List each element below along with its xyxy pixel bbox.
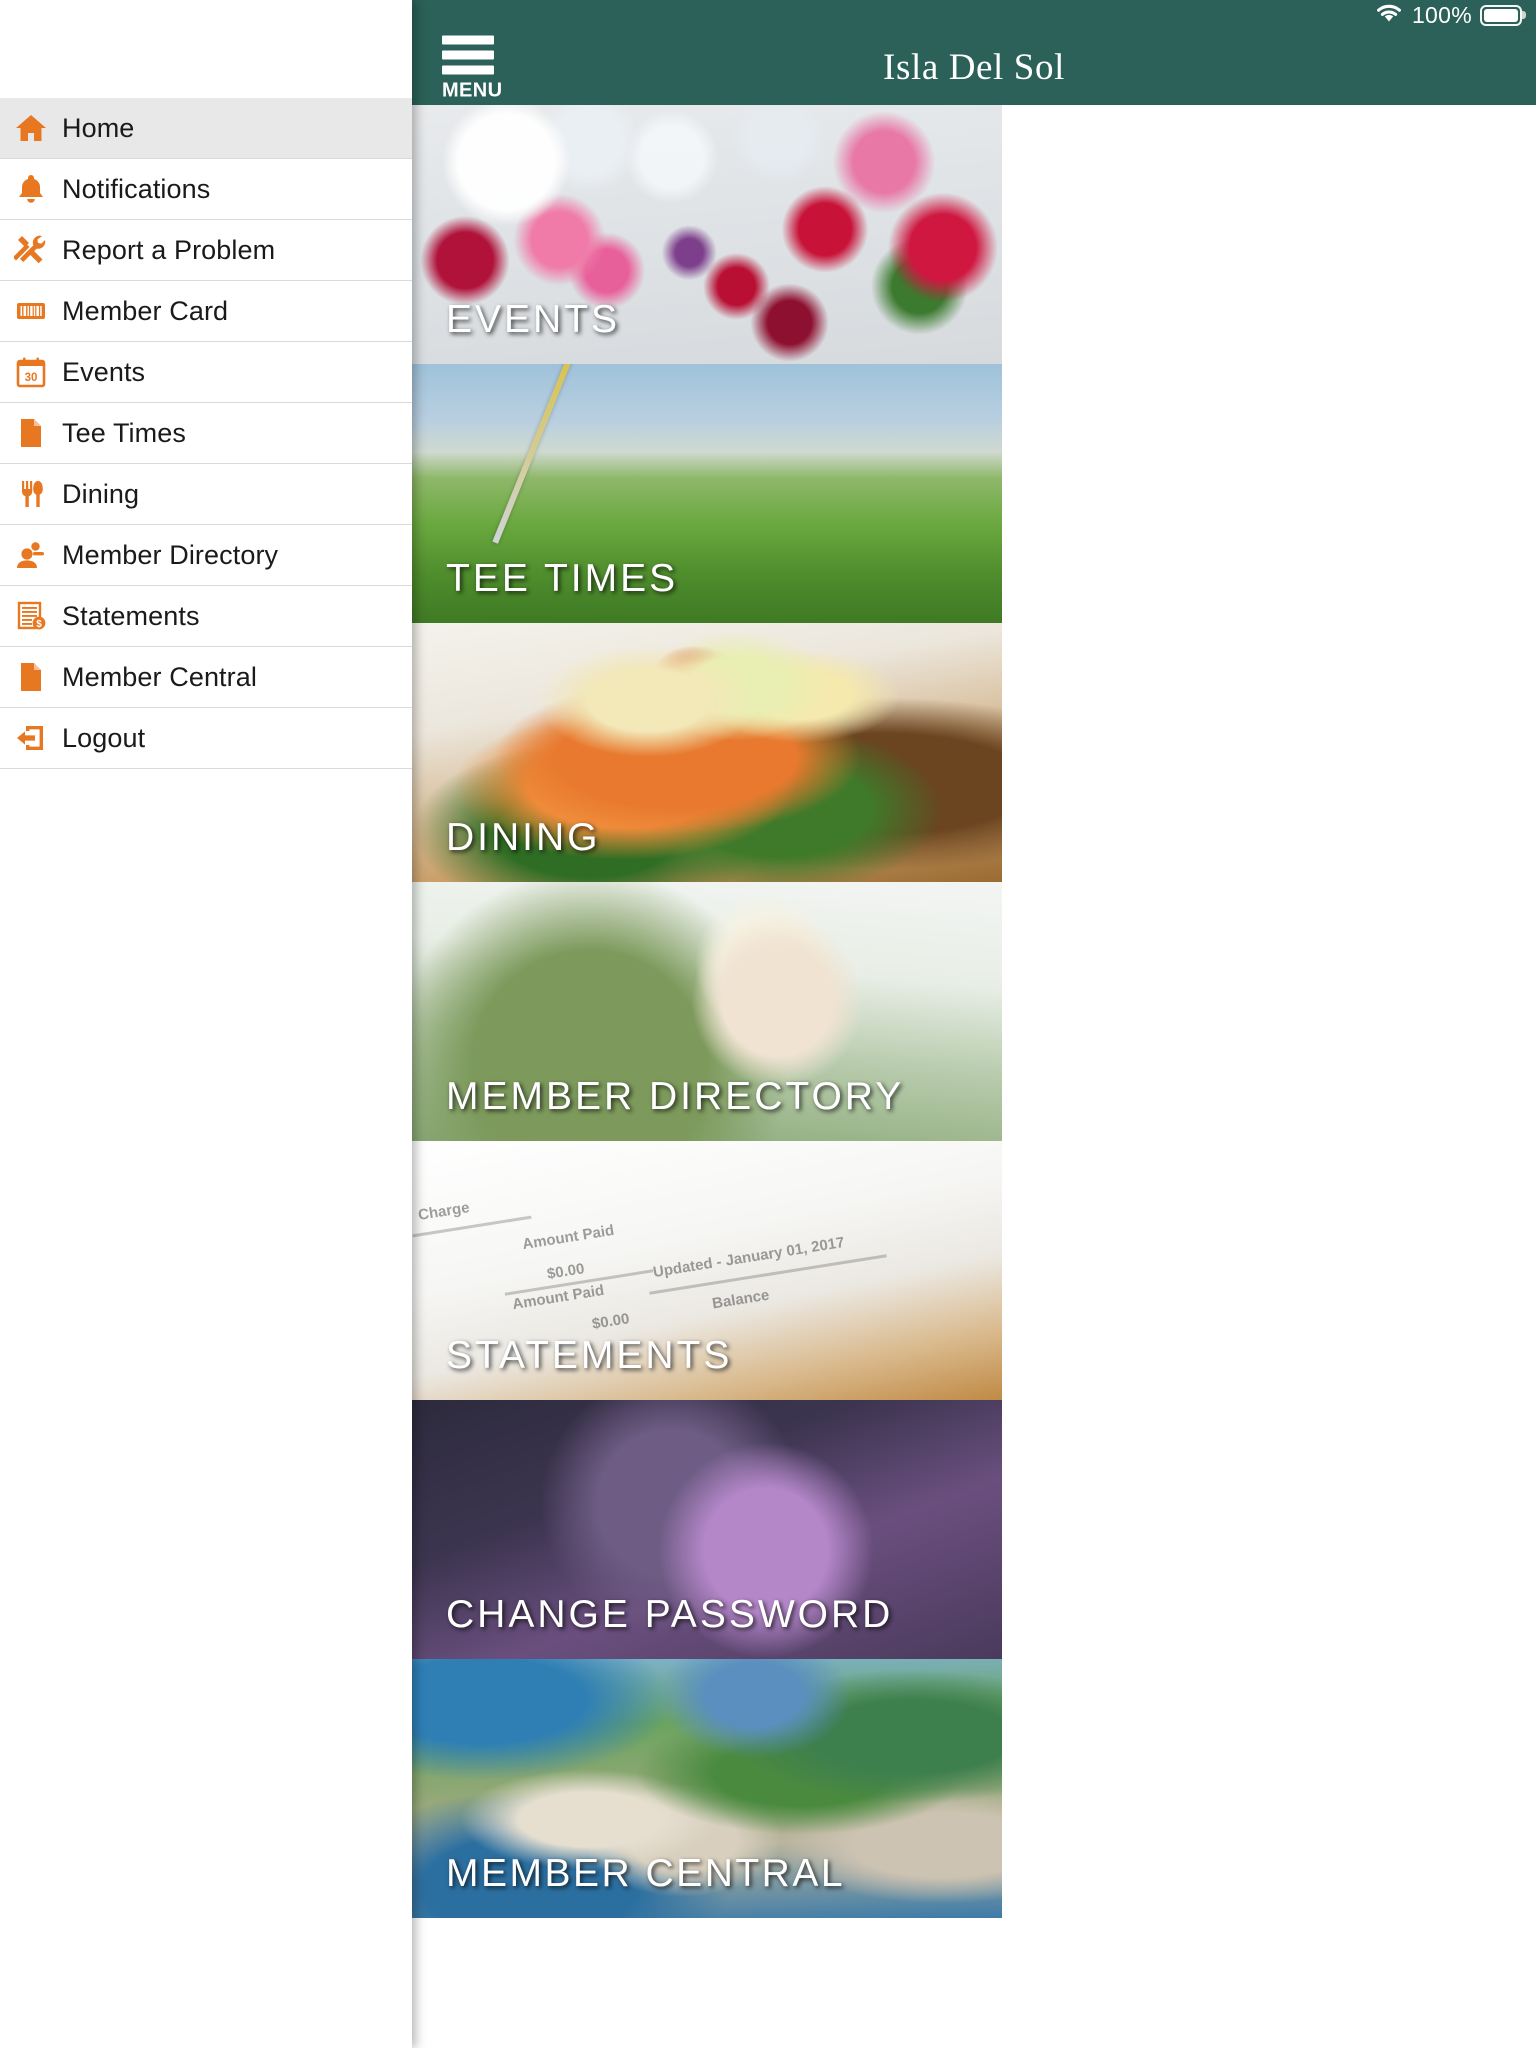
sidebar-item-label: Notifications xyxy=(62,173,211,204)
sidebar-item-label: Member Directory xyxy=(62,539,279,570)
sidebar-item-label: Events xyxy=(62,356,146,387)
navigation-drawer: Home Notifications Report a Problem Memb… xyxy=(0,0,412,2048)
tile-label: STATEMENTS xyxy=(446,1334,733,1377)
sidebar-item-member-central[interactable]: Member Central xyxy=(0,647,412,708)
page-title: Isla Del Sol xyxy=(883,47,1065,88)
tile-member-directory[interactable]: MEMBER DIRECTORY xyxy=(412,882,1002,1141)
tile-member-central[interactable]: MEMBER CENTRAL xyxy=(412,1659,1002,1918)
statement-word: $0.00 xyxy=(590,1310,631,1333)
sidebar-item-home[interactable]: Home xyxy=(0,98,412,159)
statement-word: Amount Paid xyxy=(521,1221,616,1254)
battery-full-icon xyxy=(1480,4,1522,26)
sidebar-item-member-directory[interactable]: Member Directory xyxy=(0,525,412,586)
sidebar-item-report-a-problem[interactable]: Report a Problem xyxy=(0,220,412,281)
statement-word: Updated - January 01, 2017 xyxy=(651,1233,846,1282)
tile-events[interactable]: EVENTS xyxy=(412,105,1002,364)
statement-word: $0.00 xyxy=(545,1260,586,1283)
hamburger-bar xyxy=(442,35,494,44)
calendar-30-icon: 30 xyxy=(0,355,62,389)
app-content: 100% MENU Isla Del Sol EVENTS TEE TIMES xyxy=(412,0,1536,2048)
sidebar-item-label: Report a Problem xyxy=(62,234,276,265)
app-root: 100% MENU Isla Del Sol EVENTS TEE TIMES xyxy=(0,0,1536,2048)
statement-dollar-icon: $ xyxy=(0,599,62,633)
sidebar-item-label: Logout xyxy=(62,722,146,753)
status-bar: 100% xyxy=(412,0,1536,30)
tile-change-password[interactable]: CHANGE PASSWORD xyxy=(412,1400,1002,1659)
bell-icon xyxy=(0,172,62,206)
tile-label: TEE TIMES xyxy=(446,557,679,600)
home-icon xyxy=(0,111,62,145)
drawer-menu: Home Notifications Report a Problem Memb… xyxy=(0,98,412,769)
sidebar-item-label: Member Central xyxy=(62,661,257,692)
hammer-wrench-icon xyxy=(0,233,62,267)
document-icon xyxy=(0,660,62,694)
sidebar-item-dining[interactable]: Dining xyxy=(0,464,412,525)
barcode-card-icon xyxy=(0,294,62,328)
tile-label: MEMBER DIRECTORY xyxy=(446,1075,905,1118)
tile-label: MEMBER CENTRAL xyxy=(446,1852,846,1895)
sidebar-item-label: Dining xyxy=(62,478,140,509)
statement-word: Charge xyxy=(416,1199,471,1224)
document-icon xyxy=(0,416,62,450)
tile-label: DINING xyxy=(446,816,601,859)
person-directory-icon xyxy=(0,538,62,572)
tile-grid: EVENTS TEE TIMES DINING MEMBER DIRECTORY… xyxy=(412,105,1536,1918)
sidebar-item-label: Home xyxy=(62,112,135,143)
navigation-bar: MENU Isla Del Sol xyxy=(412,30,1536,105)
tile-statements[interactable]: Charge Amount Paid $0.00 Amount Paid Upd… xyxy=(412,1141,1002,1400)
sidebar-item-notifications[interactable]: Notifications xyxy=(0,159,412,220)
tile-label: EVENTS xyxy=(446,298,621,341)
svg-text:30: 30 xyxy=(25,372,38,384)
sidebar-item-statements[interactable]: $ Statements xyxy=(0,586,412,647)
sidebar-item-logout[interactable]: Logout xyxy=(0,708,412,769)
sidebar-item-member-card[interactable]: Member Card xyxy=(0,281,412,342)
svg-text:$: $ xyxy=(36,619,42,630)
statement-word: Balance xyxy=(711,1286,771,1313)
fork-knife-icon xyxy=(0,477,62,511)
sidebar-item-label: Member Card xyxy=(62,295,229,326)
tile-tee-times[interactable]: TEE TIMES xyxy=(412,364,1002,623)
wifi-icon xyxy=(1374,2,1404,29)
logout-arrow-icon xyxy=(0,721,62,755)
sidebar-item-label: Tee Times xyxy=(62,417,186,448)
sidebar-item-events[interactable]: 30 Events xyxy=(0,342,412,403)
battery-percent-label: 100% xyxy=(1411,1,1472,28)
tile-dining[interactable]: DINING xyxy=(412,623,1002,882)
sidebar-item-label: Statements xyxy=(62,600,200,631)
tile-label: CHANGE PASSWORD xyxy=(446,1593,894,1636)
sidebar-item-tee-times[interactable]: Tee Times xyxy=(0,403,412,464)
